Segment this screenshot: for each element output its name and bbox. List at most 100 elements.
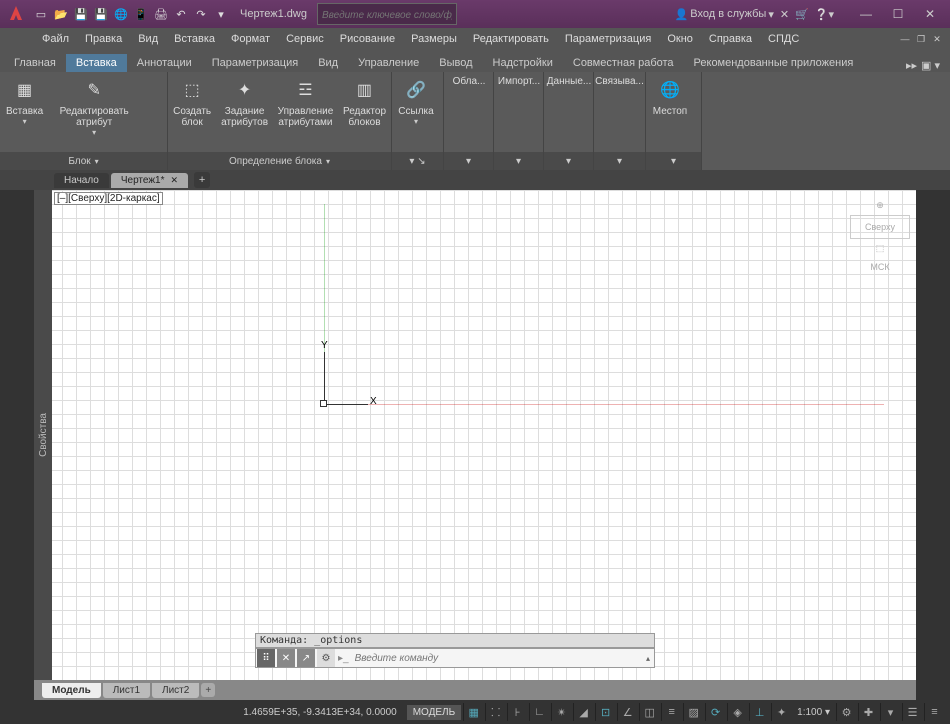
panel-footer-3[interactable]: ▾ (544, 152, 593, 170)
menu-view[interactable]: Вид (130, 31, 166, 47)
status-model-button[interactable]: МОДЕЛЬ (407, 705, 461, 720)
play-icon[interactable]: ▸▸ (906, 59, 917, 72)
gizmo-toggle-icon[interactable]: ✦ (771, 703, 791, 721)
insert-block-button[interactable]: ▦ Вставка ▾ (0, 72, 49, 152)
quick-properties-icon[interactable]: ☰ (902, 703, 922, 721)
location-button[interactable]: 🌐Местоп (646, 72, 694, 152)
doc-tab-close-icon[interactable]: ✕ (170, 175, 178, 186)
otrack-toggle-icon[interactable]: ◫ (639, 703, 659, 721)
mobile-icon[interactable]: 📱 (132, 5, 150, 23)
dynamic-ucs-icon[interactable]: ⊥ (749, 703, 769, 721)
redo-icon[interactable]: ↷ (192, 5, 210, 23)
maximize-button[interactable]: ☐ (882, 2, 914, 26)
customization-icon[interactable]: ≡ (924, 703, 944, 721)
ortho-toggle-icon[interactable]: ∟ (529, 703, 549, 721)
saveas-icon[interactable]: 💾 (92, 5, 110, 23)
osnap-toggle-icon[interactable]: ⊡ (595, 703, 615, 721)
help-icon[interactable]: ❔▾ (815, 8, 834, 21)
menu-help[interactable]: Справка (701, 31, 760, 47)
panel-footer-4[interactable]: ▾ (594, 152, 645, 170)
menu-dimension[interactable]: Размеры (403, 31, 465, 47)
command-input[interactable] (351, 653, 642, 664)
menu-file[interactable]: Файл (34, 31, 77, 47)
reference-button[interactable]: 🔗 Ссылка ▾ (392, 72, 440, 152)
viewcube-handle-icon[interactable]: ⬚ (850, 239, 910, 258)
new-icon[interactable]: ▭ (32, 5, 50, 23)
viewcube[interactable]: ⊕ Сверху ⬚ МСК (850, 196, 910, 276)
tab-addins[interactable]: Надстройки (483, 54, 563, 72)
linking-button[interactable]: Связыва (594, 72, 645, 152)
panel-ref-footer[interactable]: ▾ ↘ (392, 152, 443, 170)
workspace-toggle-icon[interactable]: ⚙ (836, 703, 856, 721)
layout-add-button[interactable]: + (201, 683, 215, 697)
undo-icon[interactable]: ↶ (172, 5, 190, 23)
panel-footer-5[interactable]: ▾ (646, 152, 701, 170)
compass-icon[interactable]: ⊕ (850, 196, 910, 215)
transparency-toggle-icon[interactable]: ▨ (683, 703, 703, 721)
manage-attributes-button[interactable]: ☲ Управление атрибутами (273, 72, 338, 152)
menu-edit[interactable]: Правка (77, 31, 130, 47)
tab-insert[interactable]: Вставка (66, 54, 127, 72)
viewcube-wcs[interactable]: МСК (850, 258, 910, 276)
import-button[interactable]: Импорт (494, 72, 544, 152)
tab-view[interactable]: Вид (308, 54, 348, 72)
cmd-expand-icon[interactable]: ▴ (642, 654, 654, 663)
web-icon[interactable]: 🌐 (112, 5, 130, 23)
infer-toggle-icon[interactable]: ⊦ (507, 703, 527, 721)
define-attributes-button[interactable]: ✦ Задание атрибутов (216, 72, 273, 152)
close-button[interactable]: ✕ (914, 2, 946, 26)
cmd-close-icon[interactable]: ✕ (277, 649, 295, 667)
exchange-icon[interactable]: ✕ (780, 8, 789, 21)
data-button[interactable]: Данные (544, 72, 594, 152)
menu-draw[interactable]: Рисование (332, 31, 403, 47)
lineweight-toggle-icon[interactable]: ≡ (661, 703, 681, 721)
properties-panel-collapsed[interactable]: Свойства (34, 190, 52, 680)
cmd-customize-icon[interactable]: ⚙ (317, 649, 335, 667)
qat-dropdown-icon[interactable]: ▾ (212, 5, 230, 23)
layout-tab-model[interactable]: Модель (42, 683, 101, 698)
viewport-label[interactable]: [–][Сверху][2D-каркас] (54, 192, 163, 205)
app-logo-icon[interactable] (4, 2, 28, 26)
polar-toggle-icon[interactable]: ✴ (551, 703, 571, 721)
create-block-button[interactable]: ⬚ Создать блок (168, 72, 216, 152)
search-box[interactable] (317, 3, 457, 25)
3dosnap-toggle-icon[interactable]: ◈ (727, 703, 747, 721)
ribbon-collapse-icon[interactable]: ▣ ▾ (921, 59, 940, 72)
edit-attribute-button[interactable]: ✎ Редактировать атрибут ▾ (49, 72, 139, 152)
panel-blockdef-footer[interactable]: Определение блока (168, 152, 391, 170)
isodraft-toggle-icon[interactable]: ◢ (573, 703, 593, 721)
status-coordinates[interactable]: 1.4659E+35, -9.3413E+34, 0.0000 (235, 707, 404, 718)
tab-annotate[interactable]: Аннотации (127, 54, 202, 72)
doc-tab-drawing[interactable]: Чертеж1* ✕ (111, 173, 188, 188)
viewcube-top[interactable]: Сверху (850, 215, 910, 239)
signin-button[interactable]: 👤 Вход в службы ▾ (675, 8, 774, 21)
menu-window[interactable]: Окно (659, 31, 701, 47)
layout-tab-sheet1[interactable]: Лист1 (103, 683, 150, 698)
menu-format[interactable]: Формат (223, 31, 278, 47)
pointcloud-button[interactable]: Обла (444, 72, 494, 152)
panel-footer-2[interactable]: ▾ (494, 152, 543, 170)
panel-block-footer[interactable]: Блок (0, 152, 167, 170)
tab-collaborate[interactable]: Совместная работа (563, 54, 684, 72)
block-editor-button[interactable]: ▥ Редактор блоков (338, 72, 391, 152)
panel-footer-1[interactable]: ▾ (444, 152, 493, 170)
doc-tab-start[interactable]: Начало (54, 173, 109, 188)
layout-tab-sheet2[interactable]: Лист2 (152, 683, 199, 698)
tab-home[interactable]: Главная (4, 54, 66, 72)
save-icon[interactable]: 💾 (72, 5, 90, 23)
print-icon[interactable]: 🖨 (152, 5, 170, 23)
doc-close-icon[interactable]: ✕ (930, 32, 944, 46)
search-input[interactable] (322, 10, 452, 21)
angle-toggle-icon[interactable]: ∠ (617, 703, 637, 721)
doc-minimize-icon[interactable]: — (898, 32, 912, 46)
cycling-toggle-icon[interactable]: ⟳ (705, 703, 725, 721)
menu-tools[interactable]: Сервис (278, 31, 332, 47)
snap-toggle-icon[interactable]: ⸬ (485, 703, 505, 721)
cmd-recent-icon[interactable]: ↗ (297, 649, 315, 667)
menu-insert[interactable]: Вставка (166, 31, 223, 47)
annotation-monitor-icon[interactable]: ✚ (858, 703, 878, 721)
menu-parametric[interactable]: Параметризация (557, 31, 659, 47)
doc-tab-add-button[interactable]: + (194, 172, 210, 188)
cart-icon[interactable]: 🛒 (795, 8, 809, 21)
drawing-canvas[interactable]: [–][Сверху][2D-каркас] X Y ⊕ Сверху ⬚ МС… (34, 190, 916, 680)
